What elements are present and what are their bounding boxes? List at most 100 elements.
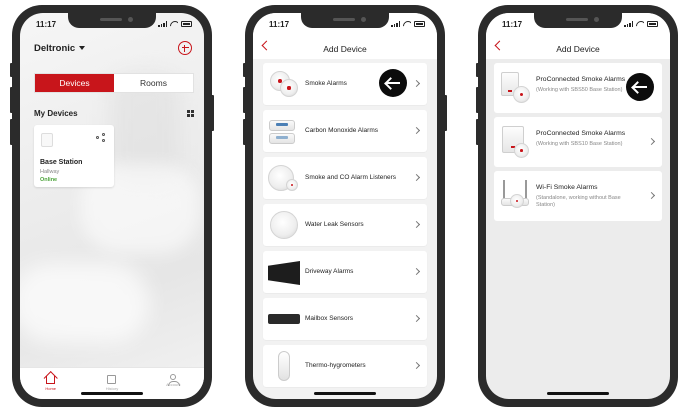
option-title: ProConnected Smoke Alarms [536, 76, 626, 83]
status-time: 11:17 [269, 20, 290, 29]
wifi-icon [403, 21, 411, 27]
share-icon[interactable] [96, 133, 106, 143]
mute-switch [476, 63, 479, 77]
chevron-right-icon [412, 314, 421, 323]
category-row-mailbox[interactable]: Mailbox Sensors [263, 298, 427, 340]
device-room: Hallway [40, 169, 60, 175]
category-label: Water Leak Sensors [305, 221, 364, 228]
thermo-hygrometer-thumbnail [268, 351, 298, 381]
option-row-sbs10[interactable]: ProConnected Smoke Alarms (Working with … [494, 117, 662, 167]
chevron-right-icon [647, 191, 656, 200]
smoke-alarm-thumbnail [268, 69, 298, 99]
signal-icon [158, 21, 167, 27]
option-title: ProConnected Smoke Alarms [536, 130, 626, 137]
home-indicator [547, 392, 609, 395]
chevron-right-icon [412, 267, 421, 276]
category-label: Thermo-hygrometers [305, 362, 366, 369]
notch [301, 13, 389, 28]
mute-switch [243, 63, 246, 77]
chevron-right-icon [412, 126, 421, 135]
grid-view-icon[interactable] [187, 110, 194, 117]
base-station-icon [41, 133, 53, 147]
option-subtitle: (Working with SBS10 Base Station) [536, 141, 623, 147]
view-segmented-control: Devices Rooms [34, 73, 194, 93]
left-arrow-icon [379, 69, 407, 97]
phone-add-device-categories: 11:17 Add Device Smoke Alarms Carbon Mon… [243, 5, 447, 407]
segment-devices[interactable]: Devices [35, 74, 114, 92]
location-name: Deltronic [34, 42, 76, 54]
caret-down-icon [79, 46, 86, 50]
nav-bar: Add Device [486, 35, 670, 59]
option-title: Wi-Fi Smoke Alarms [536, 184, 598, 191]
category-row-driveway[interactable]: Driveway Alarms [263, 251, 427, 293]
background-image [20, 263, 150, 343]
chevron-right-icon [647, 137, 656, 146]
driveway-alarm-thumbnail [268, 257, 300, 287]
nav-bar: Add Device [253, 35, 437, 59]
my-devices-label: My Devices [34, 109, 78, 118]
account-icon [168, 374, 181, 386]
device-category-list: Smoke Alarms Carbon Monoxide Alarms Smok… [263, 63, 427, 392]
battery-icon [414, 21, 425, 27]
signal-icon [624, 21, 633, 27]
volume-down-button [10, 119, 13, 145]
signal-icon [391, 21, 400, 27]
tab-home[interactable]: Home [20, 368, 81, 399]
option-row-wifi[interactable]: Wi-Fi Smoke Alarms (Standalone, working … [494, 171, 662, 221]
device-name: Base Station [40, 159, 83, 166]
mute-switch [10, 63, 13, 77]
add-circle-icon[interactable] [178, 41, 192, 55]
proconnected-alarm-thumbnail [499, 126, 531, 158]
co-alarm-thumbnail [268, 116, 298, 146]
tab-account[interactable]: Account [143, 368, 204, 399]
chevron-right-icon [412, 361, 421, 370]
segment-rooms[interactable]: Rooms [114, 74, 193, 92]
volume-down-button [476, 119, 479, 145]
option-subtitle: (Working with SBS50 Base Station) [536, 87, 623, 93]
volume-down-button [243, 119, 246, 145]
category-row-water-leak[interactable]: Water Leak Sensors [263, 204, 427, 246]
screen: 11:17 Add Device ProConnected Smoke Alar… [486, 13, 670, 399]
category-label: Driveway Alarms [305, 268, 354, 275]
power-button [211, 95, 214, 131]
power-button [444, 95, 447, 131]
home-indicator [81, 392, 143, 395]
phone-smoke-alarm-types: 11:17 Add Device ProConnected Smoke Alar… [476, 5, 678, 407]
proconnected-alarm-thumbnail [499, 72, 531, 104]
location-selector[interactable]: Deltronic [34, 42, 86, 54]
home-header: Deltronic [34, 39, 192, 57]
option-subtitle: (Standalone, working without Base Statio… [536, 195, 621, 208]
category-row-listeners[interactable]: Smoke and CO Alarm Listeners [263, 157, 427, 199]
category-label: Smoke Alarms [305, 80, 347, 87]
volume-up-button [10, 87, 13, 113]
home-icon [46, 376, 56, 384]
notch [534, 13, 622, 28]
screen: 11:17 Add Device Smoke Alarms Carbon Mon… [253, 13, 437, 399]
history-icon [107, 375, 117, 384]
category-row-carbon-monoxide[interactable]: Carbon Monoxide Alarms [263, 110, 427, 152]
screen: 11:17 Deltronic Devices Rooms My Devices [20, 13, 204, 399]
status-time: 11:17 [502, 20, 523, 29]
home-indicator [314, 392, 376, 395]
category-label: Mailbox Sensors [305, 315, 354, 322]
tab-history-label: History [105, 386, 119, 391]
status-time: 11:17 [36, 20, 57, 29]
volume-up-button [476, 87, 479, 113]
chevron-right-icon [412, 79, 421, 88]
device-status: Online [40, 177, 58, 183]
water-leak-thumbnail [268, 210, 298, 240]
phone-home-screen: 11:17 Deltronic Devices Rooms My Devices [10, 5, 214, 407]
my-devices-header: My Devices [34, 109, 194, 118]
notch [68, 13, 156, 28]
chevron-right-icon [412, 173, 421, 182]
category-row-thermo[interactable]: Thermo-hygrometers [263, 345, 427, 387]
listener-thumbnail [268, 163, 298, 193]
left-arrow-icon [626, 73, 654, 101]
mailbox-sensor-thumbnail [268, 304, 300, 334]
device-card-base-station[interactable]: Base Station Hallway Online [34, 125, 114, 187]
wifi-icon [170, 21, 178, 27]
battery-icon [181, 21, 192, 27]
category-label: Smoke and CO Alarm Listeners [305, 174, 397, 181]
category-label: Carbon Monoxide Alarms [305, 127, 378, 134]
chevron-right-icon [412, 220, 421, 229]
